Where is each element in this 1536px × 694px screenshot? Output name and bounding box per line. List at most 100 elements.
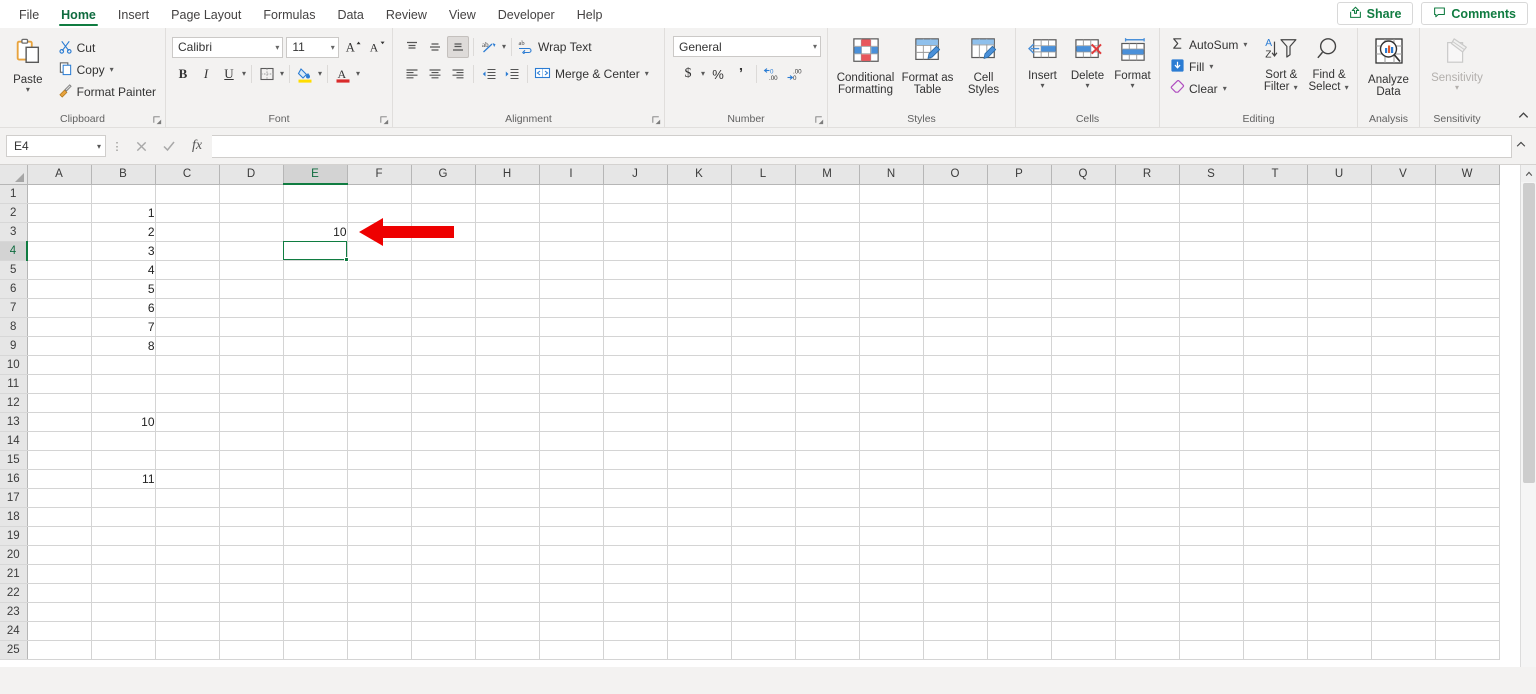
cell-s20[interactable] [1179,545,1244,565]
cell-g12[interactable] [411,393,476,413]
cell-w19[interactable] [1435,526,1500,546]
cell-k17[interactable] [667,488,732,508]
cell-e14[interactable] [283,431,348,451]
cell-j12[interactable] [603,393,668,413]
cell-f3[interactable] [347,222,412,242]
cell-e9[interactable] [283,336,348,356]
cell-s3[interactable] [1179,222,1244,242]
row-header-7[interactable]: 7 [0,298,28,318]
cell-j1[interactable] [603,184,668,204]
row-header-3[interactable]: 3 [0,222,28,242]
cell-o14[interactable] [923,431,988,451]
delete-cells-button[interactable]: Delete ▾ [1065,35,1110,92]
cell-t1[interactable] [1243,184,1308,204]
format-chevron-down-icon[interactable]: ▾ [1130,82,1134,90]
column-header-t[interactable]: T [1243,165,1308,185]
cell-e20[interactable] [283,545,348,565]
cell-v16[interactable] [1371,469,1436,489]
cell-e4[interactable] [283,241,348,261]
cell-b12[interactable] [91,393,156,413]
cell-m16[interactable] [795,469,860,489]
merge-center-chevron-down-icon[interactable]: ▾ [644,70,650,78]
cell-j20[interactable] [603,545,668,565]
cell-e25[interactable] [283,640,348,660]
cell-e17[interactable] [283,488,348,508]
cell-q11[interactable] [1051,374,1116,394]
sheet-row[interactable]: 12 [0,393,1500,413]
select-all-corner-button[interactable] [0,165,28,185]
cell-u19[interactable] [1307,526,1372,546]
row-header-13[interactable]: 13 [0,412,28,432]
cell-u14[interactable] [1307,431,1372,451]
cell-e8[interactable] [283,317,348,337]
cell-w22[interactable] [1435,583,1500,603]
cell-u4[interactable] [1307,241,1372,261]
underline-button[interactable]: U [218,63,240,85]
cell-e18[interactable] [283,507,348,527]
tab-data[interactable]: Data [326,2,374,28]
cell-h9[interactable] [475,336,540,356]
cell-t3[interactable] [1243,222,1308,242]
cell-v6[interactable] [1371,279,1436,299]
paste-button[interactable]: Paste ▾ [4,35,52,96]
tab-formulas[interactable]: Formulas [252,2,326,28]
cell-m6[interactable] [795,279,860,299]
cell-r1[interactable] [1115,184,1180,204]
cell-w13[interactable] [1435,412,1500,432]
cell-b18[interactable] [91,507,156,527]
cell-q16[interactable] [1051,469,1116,489]
cell-q24[interactable] [1051,621,1116,641]
cell-e15[interactable] [283,450,348,470]
cell-p10[interactable] [987,355,1052,375]
cell-i22[interactable] [539,583,604,603]
find-select-chevron-down-icon[interactable]: ▾ [1344,83,1350,92]
cell-p5[interactable] [987,260,1052,280]
cell-i23[interactable] [539,602,604,622]
align-top-button[interactable] [401,36,423,58]
cell-n6[interactable] [859,279,924,299]
cell-d20[interactable] [219,545,284,565]
cell-l18[interactable] [731,507,796,527]
cell-l17[interactable] [731,488,796,508]
cell-i12[interactable] [539,393,604,413]
cell-t14[interactable] [1243,431,1308,451]
cell-t18[interactable] [1243,507,1308,527]
cell-f16[interactable] [347,469,412,489]
sheet-row[interactable]: 19 [0,526,1500,546]
copy-chevron-down-icon[interactable]: ▾ [109,66,115,74]
cell-t16[interactable] [1243,469,1308,489]
cell-v5[interactable] [1371,260,1436,280]
column-header-n[interactable]: N [859,165,924,185]
sheet-row[interactable]: 21 [0,564,1500,584]
cell-g6[interactable] [411,279,476,299]
cell-e19[interactable] [283,526,348,546]
column-header-w[interactable]: W [1435,165,1500,185]
row-header-14[interactable]: 14 [0,431,28,451]
cell-g5[interactable] [411,260,476,280]
cell-q19[interactable] [1051,526,1116,546]
cell-s14[interactable] [1179,431,1244,451]
row-header-9[interactable]: 9 [0,336,28,356]
cell-t24[interactable] [1243,621,1308,641]
cell-i14[interactable] [539,431,604,451]
cell-v2[interactable] [1371,203,1436,223]
cell-g2[interactable] [411,203,476,223]
cell-q3[interactable] [1051,222,1116,242]
fill-color-chevron-down-icon[interactable]: ▾ [317,70,323,78]
cell-h15[interactable] [475,450,540,470]
cell-q22[interactable] [1051,583,1116,603]
share-button[interactable]: Share [1336,2,1414,25]
cell-o9[interactable] [923,336,988,356]
cell-c16[interactable] [155,469,220,489]
cell-j2[interactable] [603,203,668,223]
row-header-5[interactable]: 5 [0,260,28,280]
cell-w10[interactable] [1435,355,1500,375]
column-header-d[interactable]: D [219,165,284,185]
cell-c17[interactable] [155,488,220,508]
cell-p2[interactable] [987,203,1052,223]
cell-l12[interactable] [731,393,796,413]
cell-l23[interactable] [731,602,796,622]
cell-c14[interactable] [155,431,220,451]
cell-f6[interactable] [347,279,412,299]
cell-q8[interactable] [1051,317,1116,337]
